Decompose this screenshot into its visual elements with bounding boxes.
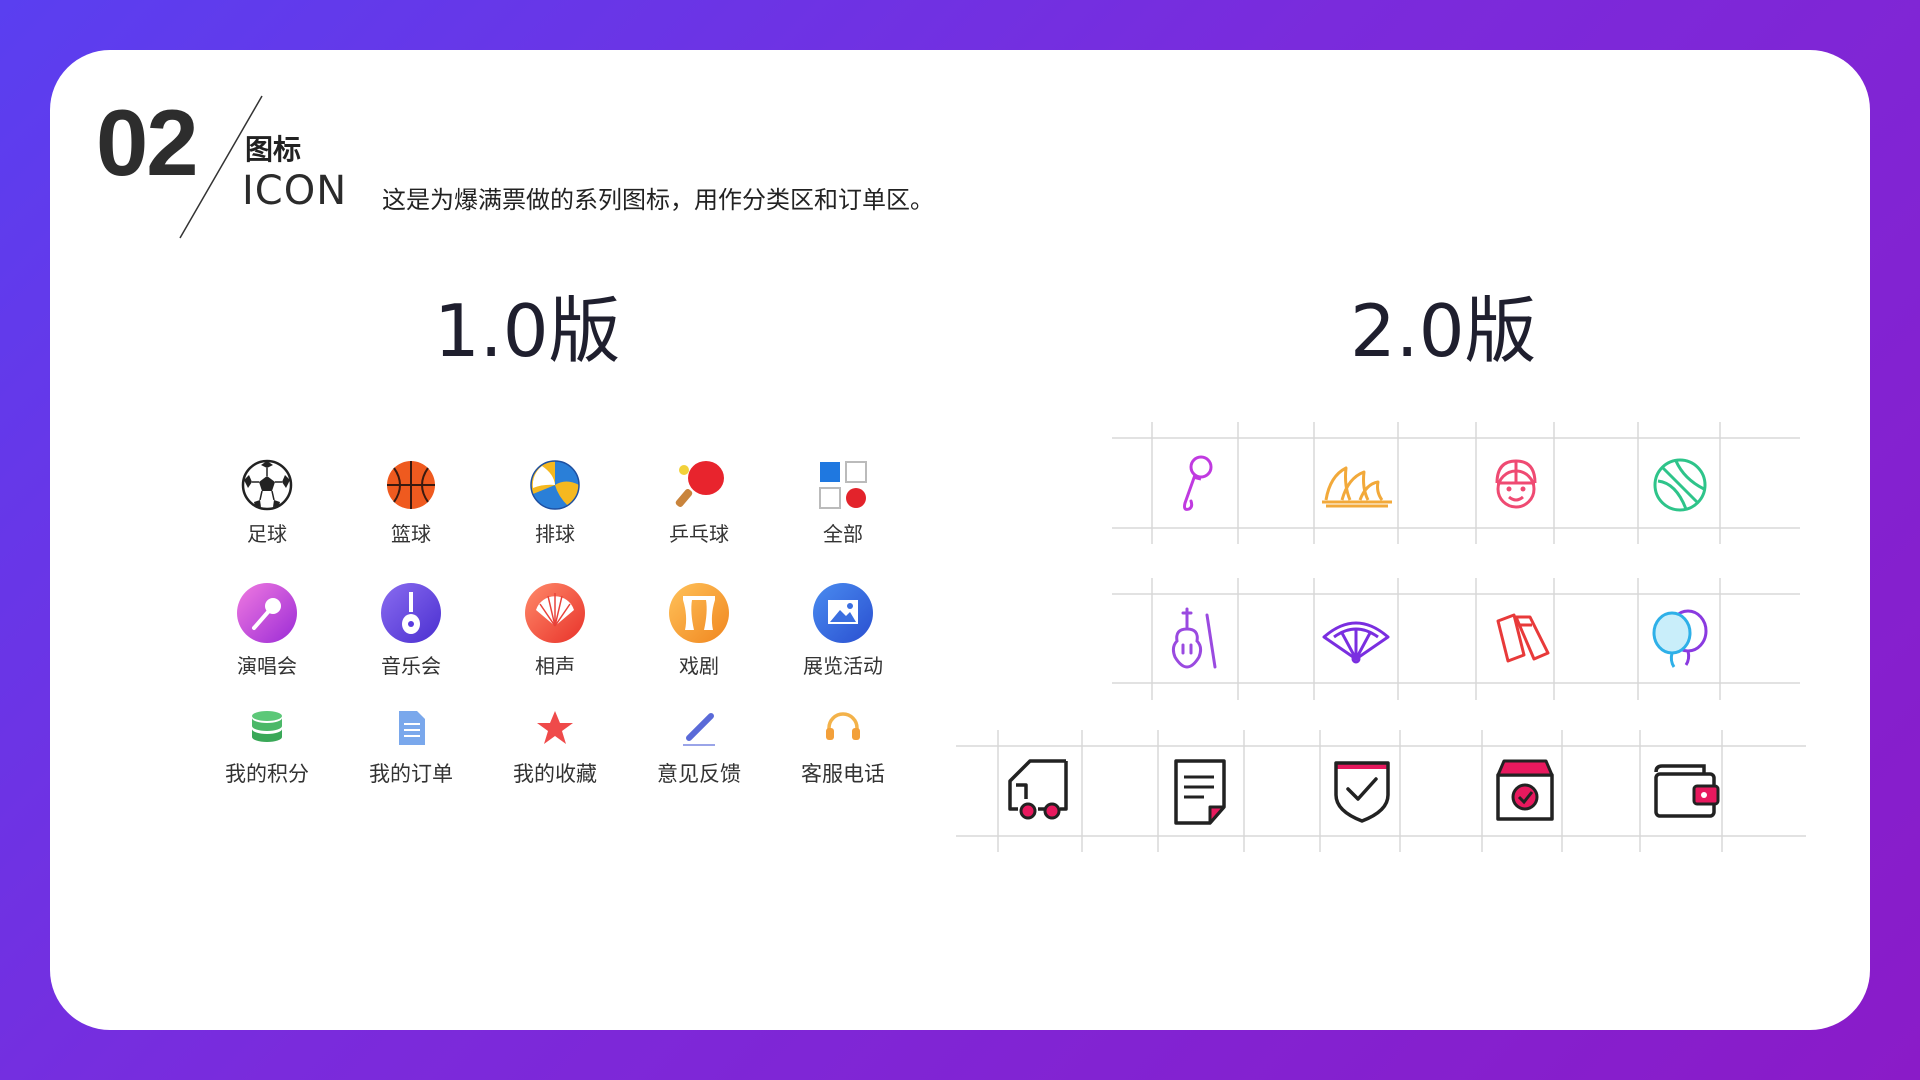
balloons-icon[interactable] xyxy=(1648,605,1712,671)
shield-check-icon[interactable] xyxy=(1330,755,1394,825)
child-face-icon[interactable] xyxy=(1485,453,1547,515)
fan-icon[interactable] xyxy=(1320,613,1392,667)
order-sheet-icon[interactable] xyxy=(1168,757,1232,827)
version2-grid xyxy=(956,422,1806,852)
box-check-icon[interactable] xyxy=(1490,755,1560,825)
microphone-icon[interactable] xyxy=(1165,453,1225,515)
opera-house-icon[interactable] xyxy=(1320,458,1394,510)
violin-icon[interactable] xyxy=(1165,605,1225,671)
truck-icon[interactable] xyxy=(1002,755,1078,825)
tickets-icon[interactable] xyxy=(1488,605,1554,671)
basketball-icon[interactable] xyxy=(1650,455,1710,515)
content-card: 02 图标 ICON 这是为爆满票做的系列图标，用作分类区和订单区。 1.0版 … xyxy=(50,50,1870,1030)
wallet-icon[interactable] xyxy=(1650,762,1720,820)
